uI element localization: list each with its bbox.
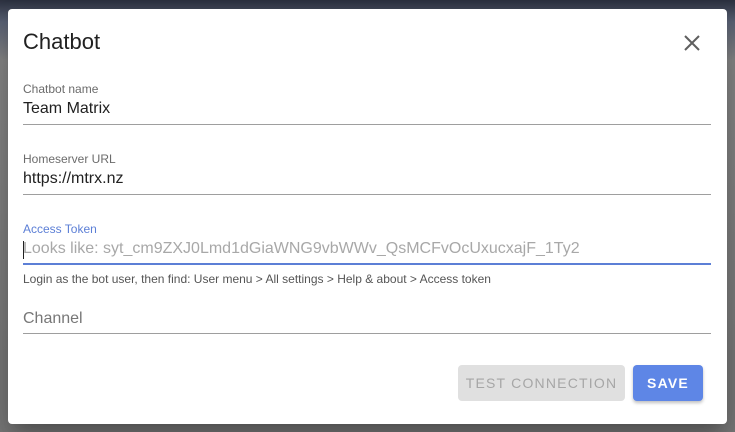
- access-token-underline: [23, 263, 711, 265]
- save-button[interactable]: SAVE: [633, 365, 703, 401]
- homeserver-url-underline: [23, 194, 711, 195]
- close-icon[interactable]: [680, 31, 704, 55]
- access-token-field: Access Token: [23, 222, 711, 266]
- channel-underline: [23, 333, 711, 334]
- dialog-title: Chatbot: [23, 29, 101, 54]
- homeserver-url-field: Homeserver URL: [23, 152, 711, 196]
- chatbot-name-underline: [23, 124, 711, 125]
- homeserver-url-label: Homeserver URL: [23, 152, 116, 166]
- access-token-label: Access Token: [23, 222, 97, 236]
- test-connection-button[interactable]: TEST CONNECTION: [458, 365, 625, 401]
- chatbot-name-label: Chatbot name: [23, 82, 99, 96]
- channel-field: [23, 306, 711, 350]
- chatbot-name-field: Chatbot name: [23, 82, 711, 126]
- chatbot-name-input[interactable]: [23, 98, 711, 120]
- homeserver-url-input[interactable]: [23, 168, 711, 190]
- chatbot-dialog: Chatbot Chatbot name Homeserver URL Acce…: [8, 9, 727, 424]
- text-caret: [23, 241, 24, 259]
- access-token-hint: Login as the bot user, then find: User m…: [23, 272, 491, 286]
- access-token-input[interactable]: [23, 238, 711, 260]
- channel-input[interactable]: [23, 308, 711, 330]
